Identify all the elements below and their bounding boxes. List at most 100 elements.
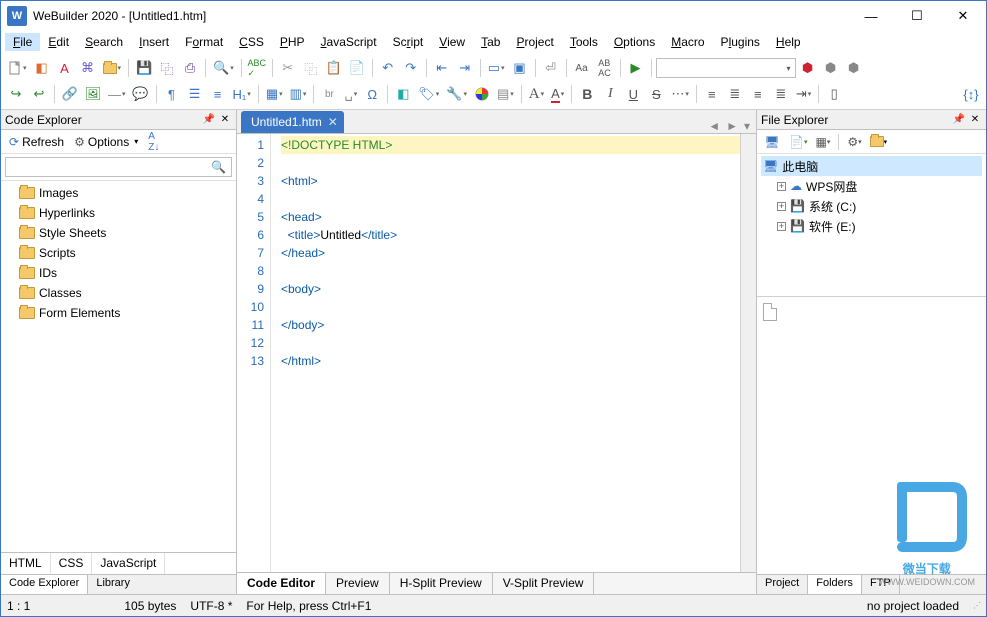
wrap-button[interactable]: ⏎: [540, 57, 562, 79]
menu-tools[interactable]: Tools: [562, 33, 606, 51]
clipboard-button[interactable]: 📄: [346, 57, 368, 79]
new-file-button[interactable]: ▾: [5, 57, 30, 79]
menu-options[interactable]: Options: [606, 33, 663, 51]
color-picker-button[interactable]: [471, 83, 493, 105]
menu-view[interactable]: View: [431, 33, 473, 51]
code-explorer-tree[interactable]: ImagesHyperlinksStyle SheetsScriptsIDsCl…: [1, 181, 236, 552]
lang-tab-javascript[interactable]: JavaScript: [92, 553, 165, 574]
view-tab-preview[interactable]: Preview: [326, 573, 390, 594]
text-style-button[interactable]: ⋯▾: [668, 83, 692, 105]
vertical-scrollbar[interactable]: [740, 134, 756, 572]
ul-button[interactable]: ☰: [184, 83, 206, 105]
tree-root[interactable]: 🖥 此电脑: [761, 156, 982, 176]
spellcheck-button[interactable]: ABC✓: [246, 57, 268, 79]
undo-button[interactable]: ↶: [377, 57, 399, 79]
goto-bookmark-button[interactable]: ▣: [509, 57, 531, 79]
menu-file[interactable]: File: [5, 33, 40, 51]
file-list-area[interactable]: [757, 296, 986, 574]
lang-tab-css[interactable]: CSS: [51, 553, 93, 574]
menu-macro[interactable]: Macro: [663, 33, 712, 51]
table-button[interactable]: ▦▾: [263, 83, 286, 105]
hr-button[interactable]: —▾: [105, 83, 129, 105]
link-button[interactable]: 🔗: [59, 83, 81, 105]
br-button[interactable]: br: [318, 83, 340, 105]
tool-2-button[interactable]: ▤▾: [494, 83, 517, 105]
browser-3-button[interactable]: ⬢: [843, 57, 865, 79]
tree-item[interactable]: Images: [1, 183, 236, 203]
menu-edit[interactable]: Edit: [40, 33, 77, 51]
close-button[interactable]: ✕: [940, 1, 986, 31]
tree-item[interactable]: +💾系统 (C:): [761, 196, 982, 216]
div-button[interactable]: ◧: [392, 83, 414, 105]
tag-open-button[interactable]: ↪: [5, 83, 27, 105]
search-input[interactable]: [5, 157, 232, 177]
close-tab-icon[interactable]: ✕: [328, 115, 338, 129]
form-button[interactable]: ▥▾: [287, 83, 310, 105]
menu-plugins[interactable]: Plugins: [713, 33, 768, 51]
menu-css[interactable]: CSS: [231, 33, 272, 51]
menu-tab[interactable]: Tab: [473, 33, 508, 51]
comment-button[interactable]: 💬: [130, 83, 152, 105]
tree-item[interactable]: Form Elements: [1, 303, 236, 323]
bottom-tab-folders[interactable]: Folders: [808, 575, 862, 594]
open-button[interactable]: ▾: [100, 57, 125, 79]
settings-button[interactable]: ⚙▾: [845, 132, 863, 152]
bottom-tab-project[interactable]: Project: [757, 575, 808, 594]
image-button[interactable]: 🖼: [82, 83, 104, 105]
panel-close-button[interactable]: ✕: [218, 113, 232, 127]
new-css-button[interactable]: A: [54, 57, 76, 79]
case-toggle-button[interactable]: ABAC: [594, 57, 616, 79]
paragraph-button[interactable]: ¶: [161, 83, 183, 105]
case-upper-button[interactable]: Aa: [571, 57, 593, 79]
search-button[interactable]: 🔍▾: [210, 57, 237, 79]
tree-item[interactable]: +💾软件 (E:): [761, 216, 982, 236]
menu-search[interactable]: Search: [77, 33, 131, 51]
view-tab-v-split-preview[interactable]: V-Split Preview: [493, 573, 595, 594]
omega-button[interactable]: Ω: [361, 83, 383, 105]
cut-button[interactable]: ✂: [277, 57, 299, 79]
layout-button[interactable]: ▯: [823, 83, 845, 105]
bottom-tab-code-explorer[interactable]: Code Explorer: [1, 575, 88, 594]
menu-script[interactable]: Script: [385, 33, 432, 51]
menu-format[interactable]: Format: [177, 33, 231, 51]
tree-item[interactable]: +☁WPS网盘: [761, 176, 982, 196]
save-button[interactable]: 💾: [133, 57, 155, 79]
code-editor[interactable]: 12345678910111213 <!DOCTYPE HTML> <html>…: [237, 134, 756, 572]
tree-item[interactable]: Classes: [1, 283, 236, 303]
menu-php[interactable]: PHP: [272, 33, 313, 51]
minimize-button[interactable]: —: [848, 1, 894, 31]
code-fold-button[interactable]: {↕}: [960, 83, 982, 105]
align-center-button[interactable]: ≣: [724, 83, 746, 105]
panel-close-button[interactable]: ✕: [968, 113, 982, 127]
file-tab-active[interactable]: Untitled1.htm ✕: [241, 111, 344, 133]
indent-right-button[interactable]: ⇥: [454, 57, 476, 79]
align-right-button[interactable]: ≡: [747, 83, 769, 105]
browser-1-button[interactable]: ⬢: [797, 57, 819, 79]
heading-button[interactable]: H₁▾: [230, 83, 254, 105]
tab-next-button[interactable]: ►: [726, 119, 738, 133]
file-tree[interactable]: 🖥 此电脑 +☁WPS网盘+💾系统 (C:)+💾软件 (E:): [757, 154, 986, 238]
tag-attr-button[interactable]: 🏷▾: [415, 83, 442, 105]
nbsp-button[interactable]: ␣▾: [341, 83, 360, 105]
indent-left-button[interactable]: ⇤: [431, 57, 453, 79]
tag-close-button[interactable]: ↩: [28, 83, 50, 105]
tab-prev-button[interactable]: ◄: [708, 119, 720, 133]
expand-icon[interactable]: +: [777, 182, 786, 191]
strike-button[interactable]: S: [645, 83, 667, 105]
align-justify-button[interactable]: ≣: [770, 83, 792, 105]
lang-tab-html[interactable]: HTML: [1, 553, 51, 574]
pin-button[interactable]: 📌: [202, 113, 216, 127]
bold-button[interactable]: B: [576, 83, 598, 105]
options-button[interactable]: ⚙Options▾: [70, 133, 142, 151]
tab-menu-button[interactable]: ▾: [744, 119, 750, 133]
menu-javascript[interactable]: JavaScript: [313, 33, 385, 51]
expand-icon[interactable]: +: [777, 202, 786, 211]
menu-project[interactable]: Project: [508, 33, 561, 51]
font-color-button[interactable]: A▾: [548, 83, 567, 105]
open-folder-button[interactable]: ▾: [868, 132, 890, 152]
view-tab-h-split-preview[interactable]: H-Split Preview: [390, 573, 493, 594]
underline-button[interactable]: U: [622, 83, 644, 105]
pin-button[interactable]: 📌: [952, 113, 966, 127]
tree-item[interactable]: IDs: [1, 263, 236, 283]
ol-button[interactable]: ≡: [207, 83, 229, 105]
